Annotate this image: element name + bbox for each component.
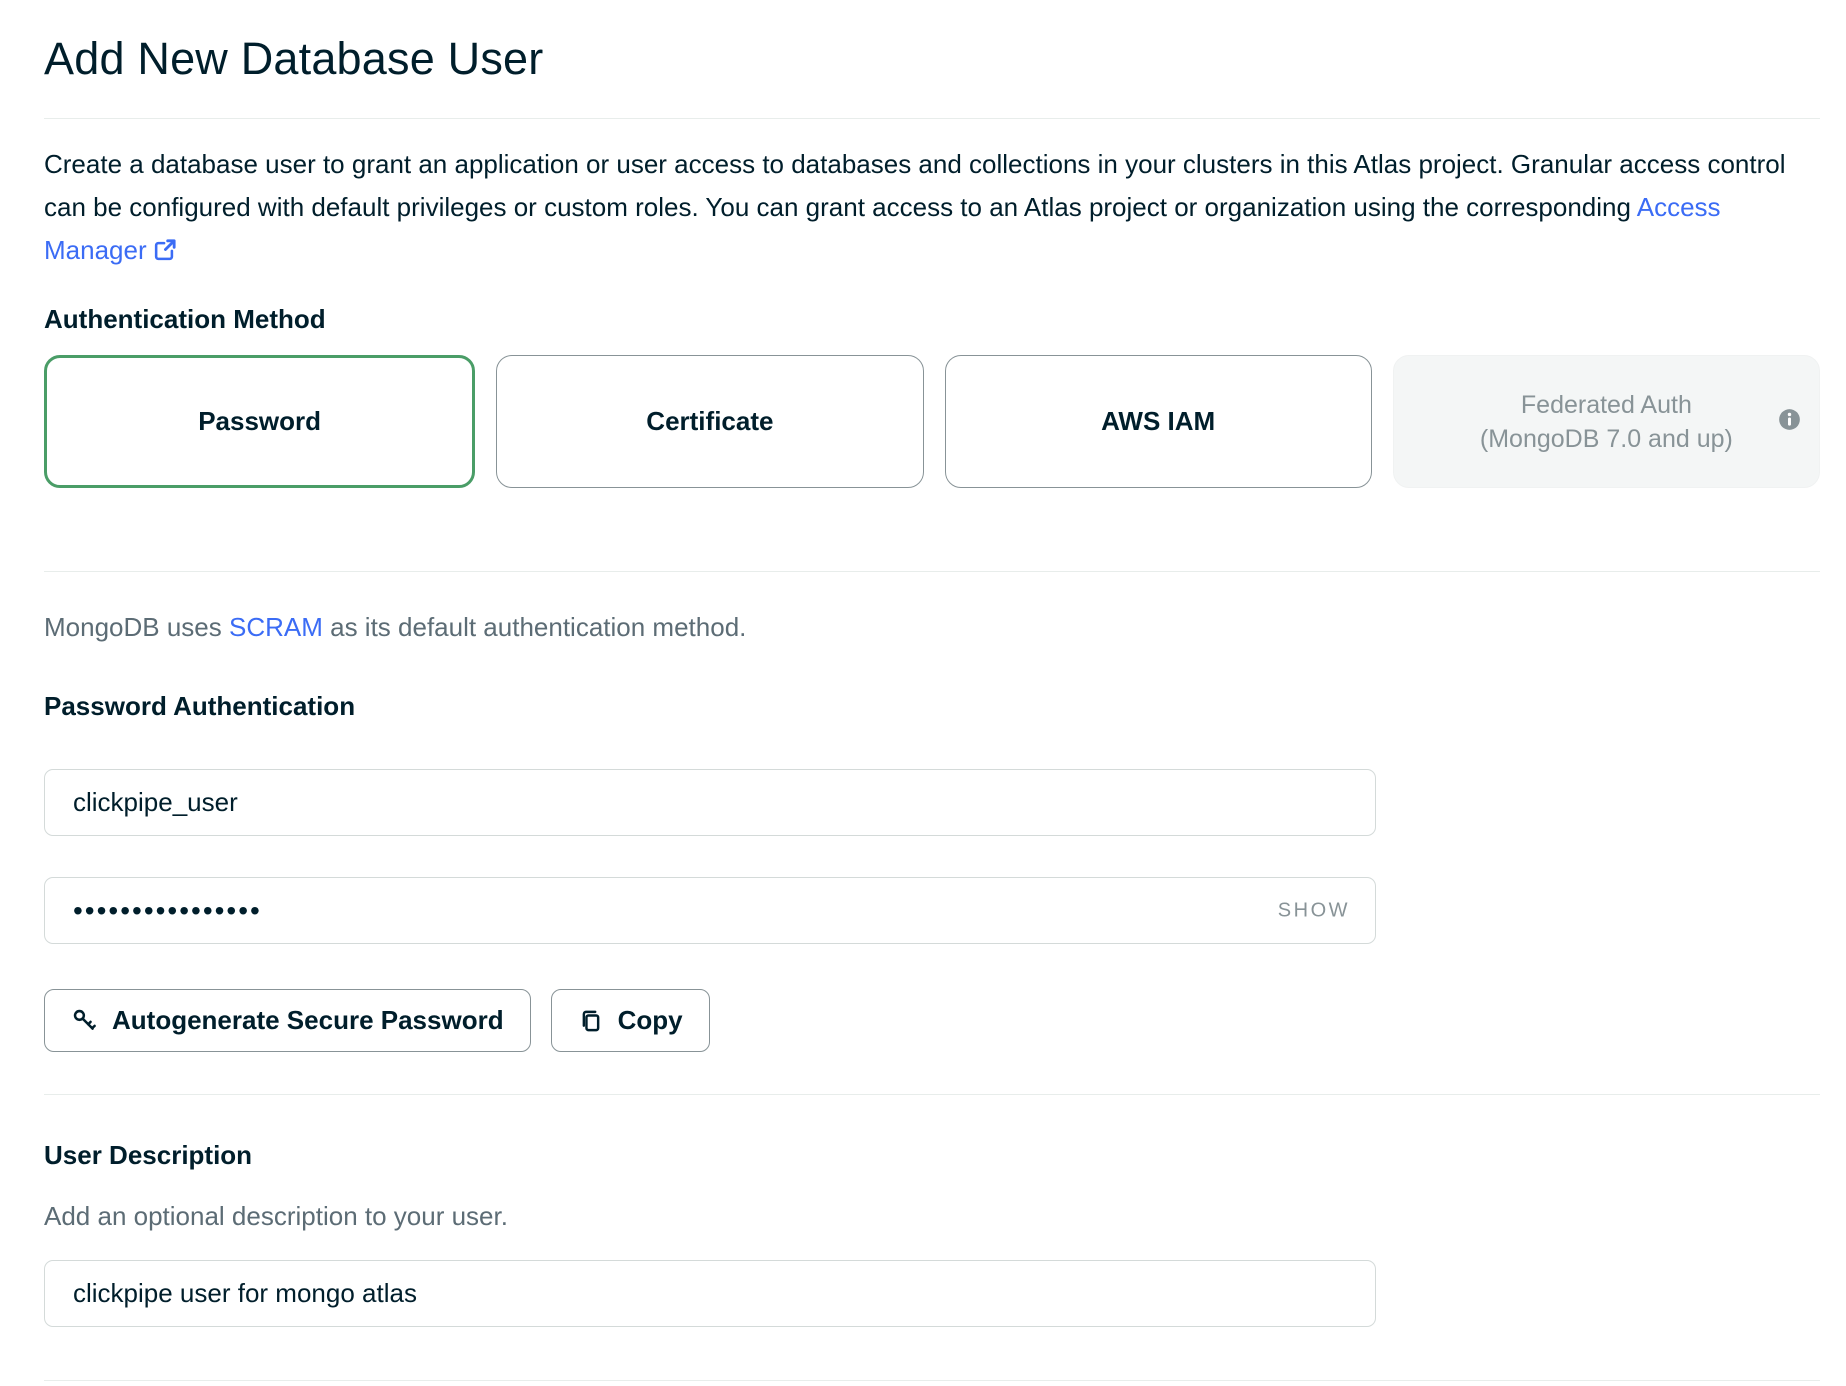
- auth-option-label-line1: Federated Auth: [1521, 391, 1692, 419]
- scram-note: MongoDB uses SCRAM as its default authen…: [44, 610, 1820, 644]
- authentication-method-heading: Authentication Method: [44, 303, 1820, 335]
- scram-note-before: MongoDB uses: [44, 612, 229, 642]
- auth-option-label: Certificate: [646, 406, 773, 437]
- auth-option-password[interactable]: Password: [44, 355, 475, 488]
- copy-password-label: Copy: [618, 1005, 683, 1036]
- password-field-wrap: SHOW: [44, 877, 1376, 944]
- autogenerate-password-label: Autogenerate Secure Password: [112, 1005, 504, 1036]
- add-database-user-form: Add New Database User Create a database …: [0, 30, 1846, 1381]
- scram-note-after: as its default authentication method.: [323, 612, 747, 642]
- copy-icon: [578, 1008, 604, 1034]
- auth-option-label: Federated Auth (MongoDB 7.0 and up): [1480, 388, 1733, 456]
- divider: [44, 118, 1820, 119]
- auth-option-label: Password: [198, 406, 321, 437]
- show-password-button[interactable]: SHOW: [1278, 899, 1350, 922]
- autogenerate-password-button[interactable]: Autogenerate Secure Password: [44, 989, 531, 1052]
- user-description-helper: Add an optional description to your user…: [44, 1199, 1820, 1233]
- auth-option-label: AWS IAM: [1101, 406, 1215, 437]
- user-description-input[interactable]: [44, 1260, 1376, 1327]
- key-icon: [71, 1007, 98, 1034]
- copy-password-button[interactable]: Copy: [551, 989, 710, 1052]
- password-input[interactable]: [44, 877, 1376, 944]
- scram-link[interactable]: SCRAM: [229, 612, 323, 642]
- divider: [44, 571, 1820, 572]
- info-icon[interactable]: [1778, 408, 1801, 436]
- auth-option-certificate[interactable]: Certificate: [496, 355, 923, 488]
- divider: [44, 1094, 1820, 1095]
- page-title: Add New Database User: [44, 30, 1820, 88]
- auth-method-options: Password Certificate AWS IAM Federated A…: [44, 355, 1820, 488]
- user-description-heading: User Description: [44, 1139, 1820, 1171]
- intro-paragraph: Create a database user to grant an appli…: [44, 143, 1804, 275]
- password-actions: Autogenerate Secure Password Copy: [44, 989, 1820, 1052]
- external-link-icon: [153, 238, 177, 268]
- auth-option-label-line2: (MongoDB 7.0 and up): [1480, 425, 1733, 453]
- username-input[interactable]: [44, 769, 1376, 836]
- auth-option-federated-auth: Federated Auth (MongoDB 7.0 and up): [1393, 355, 1820, 488]
- divider: [44, 1380, 1820, 1381]
- password-authentication-heading: Password Authentication: [44, 690, 1820, 722]
- auth-option-aws-iam[interactable]: AWS IAM: [945, 355, 1372, 488]
- intro-text: Create a database user to grant an appli…: [44, 149, 1786, 222]
